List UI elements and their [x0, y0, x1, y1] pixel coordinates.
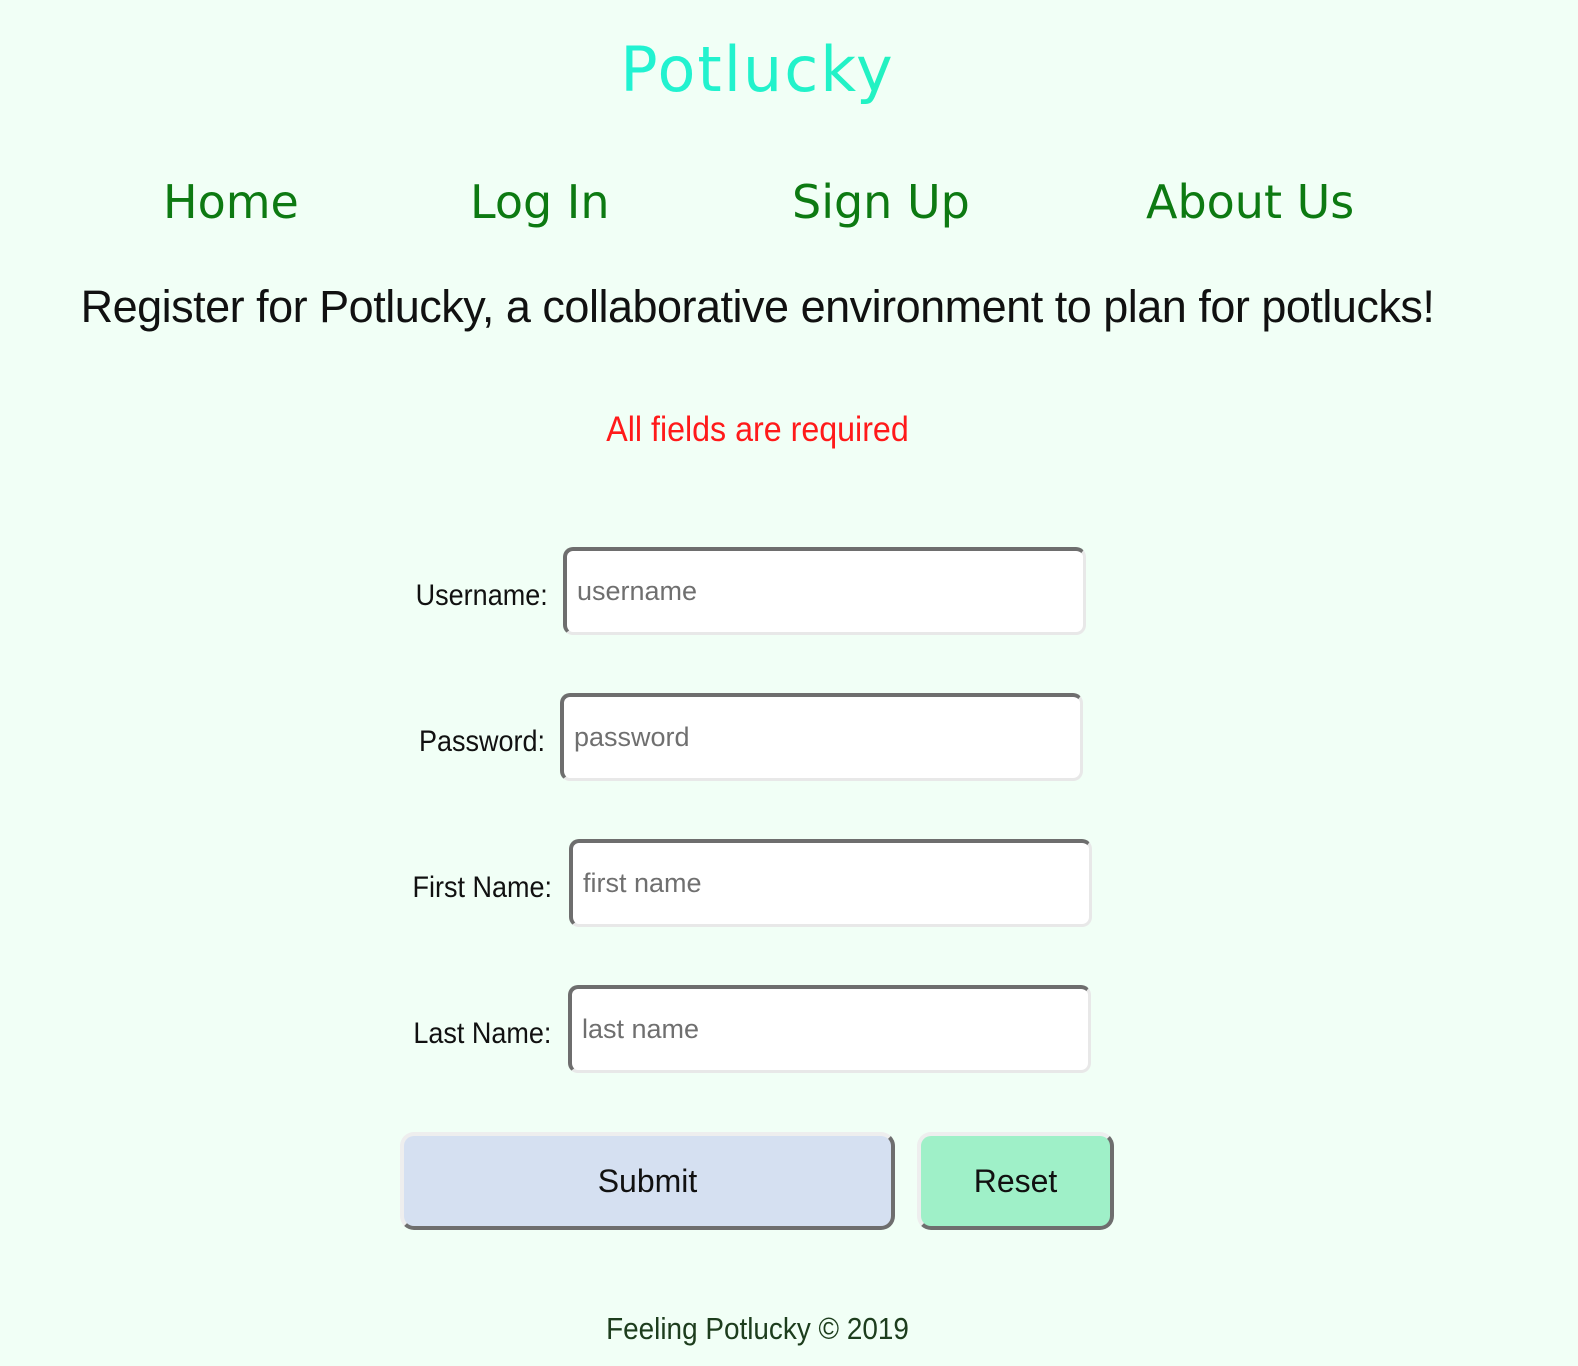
nav-home-link[interactable]: Home	[163, 170, 299, 234]
footer-copyright: Feeling Potlucky © 2019	[606, 1311, 909, 1346]
submit-button[interactable]: Submit	[400, 1132, 895, 1230]
password-input[interactable]	[560, 693, 1083, 781]
nav-login-link[interactable]: Log In	[470, 170, 610, 234]
username-input[interactable]	[563, 547, 1086, 635]
first-name-input[interactable]	[569, 839, 1092, 927]
reset-button[interactable]: Reset	[917, 1132, 1114, 1230]
last-name-label: Last Name:	[412, 1017, 551, 1050]
required-fields-note: All fields are required	[606, 410, 909, 449]
first-name-label: First Name:	[412, 871, 552, 904]
site-title: Potlucky	[0, 30, 1515, 110]
nav-about-link[interactable]: About Us	[1146, 170, 1354, 234]
intro-heading: Register for Potlucky, a collaborative e…	[80, 281, 1435, 332]
nav-signup-link[interactable]: Sign Up	[792, 170, 970, 234]
last-name-input[interactable]	[568, 985, 1091, 1073]
password-label: Password:	[418, 725, 545, 758]
username-label: Username:	[415, 579, 548, 612]
